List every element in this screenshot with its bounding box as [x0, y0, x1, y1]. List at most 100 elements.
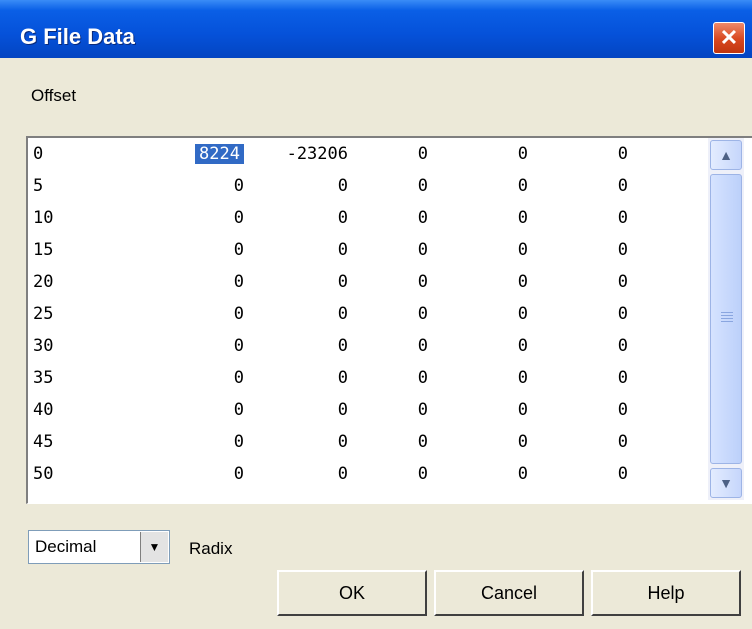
value-cell-text: 0 — [517, 432, 528, 452]
value-cell-text: 0 — [233, 432, 244, 452]
value-cell-text: 0 — [517, 304, 528, 324]
value-cell[interactable]: 0 — [528, 394, 628, 426]
value-cell[interactable]: 0 — [28, 266, 244, 298]
value-cell[interactable]: 0 — [28, 394, 244, 426]
radix-dropdown-button[interactable]: ▼ — [140, 532, 168, 562]
value-cell-text: 0 — [417, 464, 428, 484]
ok-button[interactable]: OK — [277, 570, 427, 616]
offset-label: Offset — [31, 86, 77, 105]
value-cell[interactable]: 0 — [528, 202, 628, 234]
value-cell-text: 8224 — [195, 144, 244, 164]
value-cell[interactable]: 0 — [528, 298, 628, 330]
value-cell[interactable]: 0 — [328, 330, 428, 362]
value-cell-text: 0 — [617, 240, 628, 260]
value-cell-text: 0 — [617, 400, 628, 420]
value-cell-text: 0 — [517, 336, 528, 356]
value-cell[interactable]: 0 — [428, 170, 528, 202]
grip-icon — [721, 312, 733, 322]
value-cell[interactable]: 0 — [328, 234, 428, 266]
value-cell[interactable]: 0 — [528, 170, 628, 202]
value-cell[interactable]: 0 — [528, 266, 628, 298]
value-cell[interactable]: 0 — [428, 458, 528, 490]
value-cell-text: 0 — [233, 464, 244, 484]
table-row: 40 0 0 0 0 0 — [28, 394, 712, 426]
value-cell[interactable]: 0 — [28, 234, 244, 266]
value-cell[interactable]: 0 — [328, 202, 428, 234]
table-row: 15 0 0 0 0 0 — [28, 234, 712, 266]
value-cell-text: 0 — [233, 208, 244, 228]
value-cell[interactable]: 0 — [328, 458, 428, 490]
table-row: 45 0 0 0 0 0 — [28, 426, 712, 458]
value-cell[interactable]: 0 — [428, 138, 528, 170]
value-cell[interactable]: 0 — [328, 266, 428, 298]
value-cell-text: 0 — [517, 464, 528, 484]
value-cell[interactable]: 0 — [428, 234, 528, 266]
value-cell-text: 0 — [417, 368, 428, 388]
scroll-down-button[interactable]: ▼ — [710, 468, 742, 498]
scroll-up-button[interactable]: ▲ — [710, 140, 742, 170]
value-cell-text: 0 — [417, 400, 428, 420]
value-cell-text: 0 — [617, 432, 628, 452]
value-cell-text: 0 — [517, 208, 528, 228]
value-cell-text: 0 — [617, 304, 628, 324]
table-row: 35 0 0 0 0 0 — [28, 362, 712, 394]
value-cell[interactable]: 0 — [28, 426, 244, 458]
value-cell[interactable]: 0 — [428, 394, 528, 426]
value-cell[interactable]: 0 — [528, 138, 628, 170]
value-cell[interactable]: 0 — [328, 298, 428, 330]
value-cell-text: 0 — [417, 176, 428, 196]
dropdown-arrow-icon: ▼ — [148, 540, 161, 554]
value-cell[interactable]: 0 — [28, 362, 244, 394]
value-cell[interactable]: 0 — [428, 426, 528, 458]
value-cell-text: 0 — [517, 272, 528, 292]
value-cell[interactable]: 0 — [428, 362, 528, 394]
value-cell[interactable]: 0 — [328, 426, 428, 458]
table-row: 25 0 0 0 0 0 — [28, 298, 712, 330]
value-cell-text: 0 — [233, 368, 244, 388]
help-button[interactable]: Help — [591, 570, 741, 616]
value-cell[interactable]: 0 — [328, 394, 428, 426]
value-cell[interactable]: 0 — [28, 170, 244, 202]
table-row: 500000 — [28, 170, 712, 202]
value-cell[interactable]: 0 — [428, 298, 528, 330]
data-grid[interactable]: 0 8224 -23206 0 0 0 5 0 0 0 0 0 10 0 0 0 0 0 15 0 0 0 0 0 20 0 0 0 0… — [26, 136, 752, 504]
table-row: 0 8224 -23206 0 0 0 — [28, 138, 712, 170]
value-cell-text: 0 — [233, 240, 244, 260]
cancel-button[interactable]: Cancel — [434, 570, 584, 616]
value-cell[interactable]: 0 — [28, 202, 244, 234]
help-button-label: Help — [647, 583, 685, 603]
table-row: 50 0 0 0 0 0 — [28, 458, 712, 490]
ok-button-label: OK — [338, 583, 365, 603]
radix-select[interactable]: Decimal ▼ — [28, 530, 170, 564]
table-row: 30 0 0 0 0 0 — [28, 330, 712, 362]
value-cell-text: 0 — [417, 240, 428, 260]
value-cell[interactable]: 0 — [528, 330, 628, 362]
value-cell[interactable]: 0 — [28, 298, 244, 330]
value-cell[interactable]: 0 — [28, 330, 244, 362]
value-cell-text: 0 — [517, 144, 528, 164]
value-cell[interactable]: 0 — [528, 458, 628, 490]
radix-label: Radix — [189, 539, 233, 558]
value-cell[interactable]: 0 — [28, 458, 244, 490]
value-cell[interactable]: 0 — [328, 138, 428, 170]
value-cell[interactable]: 0 — [428, 330, 528, 362]
window-title: G File Data — [20, 24, 135, 49]
value-cell-text: 0 — [417, 208, 428, 228]
scroll-thumb[interactable] — [710, 174, 742, 464]
value-cell[interactable]: 0 — [428, 266, 528, 298]
value-cell[interactable]: 8224 — [28, 138, 244, 170]
value-cell[interactable]: 0 — [528, 426, 628, 458]
vertical-scrollbar[interactable]: ▲ ▼ — [708, 138, 744, 500]
value-cell[interactable]: 0 — [328, 170, 428, 202]
value-cell-text: 0 — [517, 176, 528, 196]
table-row: 10 0 0 0 0 0 — [28, 202, 712, 234]
value-cell[interactable]: 0 — [328, 362, 428, 394]
cancel-button-label: Cancel — [480, 583, 538, 603]
value-cell-text: 0 — [417, 272, 428, 292]
value-cell[interactable]: 0 — [428, 202, 528, 234]
value-cell-text: 0 — [517, 240, 528, 260]
close-button[interactable]: ✕ — [713, 22, 745, 54]
value-cell-text: 0 — [617, 176, 628, 196]
value-cell[interactable]: 0 — [528, 234, 628, 266]
value-cell[interactable]: 0 — [528, 362, 628, 394]
